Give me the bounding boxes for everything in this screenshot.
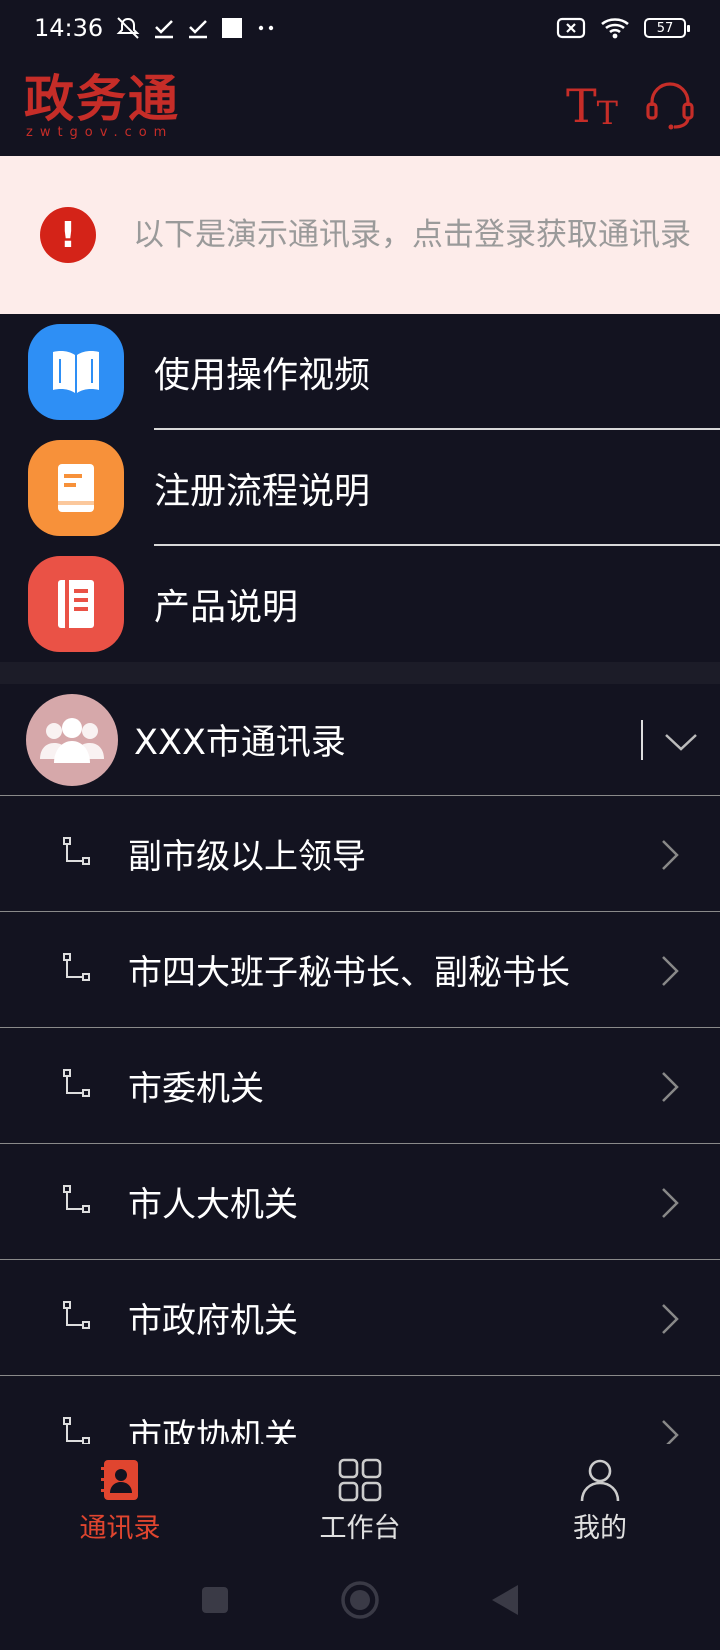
grid-icon (338, 1458, 382, 1502)
department-label: 市政府机关 (128, 1301, 298, 1341)
recent-apps-icon[interactable] (200, 1585, 230, 1615)
department-label: 副市级以上领导 (128, 837, 366, 877)
mute-icon (115, 16, 141, 40)
department-label: 市四大班子秘书长、副秘书长 (128, 953, 570, 993)
department-label: 市政协机关 (128, 1417, 298, 1444)
tab-label: 我的 (573, 1513, 627, 1544)
font-size-button[interactable]: TT (566, 83, 618, 129)
chevron-right-icon (662, 1188, 679, 1218)
document-icon (28, 440, 124, 536)
customer-service-button[interactable] (644, 78, 696, 134)
contacts-icon (98, 1458, 142, 1502)
department-row[interactable]: 市四大班子秘书长、副秘书长 (0, 912, 720, 1028)
department-row[interactable]: 副市级以上领导 (0, 796, 720, 912)
headset-icon (646, 82, 694, 130)
status-bar: 14:36 57 (0, 0, 720, 56)
department-row[interactable]: 市政府机关 (0, 1260, 720, 1376)
help-item-registration[interactable]: 注册流程说明 (0, 430, 720, 546)
tree-structure-icon (63, 1185, 90, 1213)
tree-structure-icon (63, 837, 90, 865)
tree-structure-icon (63, 953, 90, 981)
download-done-icon-2 (187, 17, 209, 39)
image-notification-icon (221, 17, 243, 39)
notebook-icon (28, 556, 124, 652)
help-item-label: 注册流程说明 (154, 471, 371, 512)
download-done-icon (153, 17, 175, 39)
chevron-down-icon[interactable] (664, 724, 698, 758)
logo-title: 政务通 (24, 68, 180, 128)
font-size-icon-small: T (596, 94, 618, 132)
battery-icon: 57 (644, 18, 690, 38)
help-item-label: 使用操作视频 (154, 355, 371, 396)
help-item-video[interactable]: 使用操作视频 (0, 314, 720, 430)
chevron-right-icon (662, 1304, 679, 1334)
tab-workbench[interactable]: 工作台 (240, 1444, 480, 1550)
divider (641, 720, 643, 760)
no-sim-icon (556, 17, 586, 39)
department-list: 副市级以上领导 市四大班子秘书长、副秘书长 市委机关 市人大机关 市政府机关 市… (0, 796, 720, 1444)
help-item-product[interactable]: 产品说明 (0, 546, 720, 662)
chevron-right-icon (662, 956, 679, 986)
logo-domain: zwtgov.com (26, 124, 174, 140)
home-icon[interactable] (340, 1580, 380, 1620)
font-size-icon-big: T (565, 79, 597, 133)
chevron-right-icon (662, 840, 679, 870)
tab-me[interactable]: 我的 (480, 1444, 720, 1550)
department-label: 市委机关 (128, 1069, 264, 1109)
battery-level: 57 (656, 20, 674, 36)
alert-icon: ! (40, 207, 96, 263)
back-icon[interactable] (490, 1583, 520, 1617)
demo-banner[interactable]: ! 以下是演示通讯录，点击登录获取通讯录 (0, 156, 720, 314)
help-list: 使用操作视频 注册流程说明 产品说明 (0, 314, 720, 662)
directory-title: XXX市通讯录 (134, 723, 346, 763)
tree-structure-icon (63, 1301, 90, 1329)
book-icon (28, 324, 124, 420)
department-row[interactable]: 市人大机关 (0, 1144, 720, 1260)
department-row[interactable]: 市委机关 (0, 1028, 720, 1144)
group-avatar-icon (26, 694, 118, 786)
chevron-right-icon (662, 1420, 679, 1444)
tree-structure-icon (63, 1417, 90, 1444)
status-time: 14:36 (34, 14, 104, 42)
more-dots-icon (255, 23, 279, 33)
banner-message: 以下是演示通讯录，点击登录获取通讯录 (133, 217, 691, 253)
tab-contacts[interactable]: 通讯录 (0, 1444, 240, 1550)
tree-structure-icon (63, 1069, 90, 1097)
tab-label: 通讯录 (79, 1513, 161, 1544)
app-logo: 政务通 zwtgov.com (24, 68, 180, 140)
chevron-right-icon (662, 1072, 679, 1102)
bottom-nav: 通讯录 工作台 我的 (0, 1444, 720, 1550)
app-header: 政务通 zwtgov.com TT (0, 56, 720, 156)
wifi-icon (600, 16, 630, 40)
user-icon (578, 1458, 622, 1502)
system-nav-bar (0, 1550, 720, 1650)
directory-header[interactable]: XXX市通讯录 (0, 684, 720, 796)
help-item-label: 产品说明 (154, 587, 299, 628)
department-label: 市人大机关 (128, 1185, 298, 1225)
section-divider (0, 662, 720, 684)
department-row[interactable]: 市政协机关 (0, 1376, 720, 1444)
tab-label: 工作台 (319, 1513, 401, 1544)
